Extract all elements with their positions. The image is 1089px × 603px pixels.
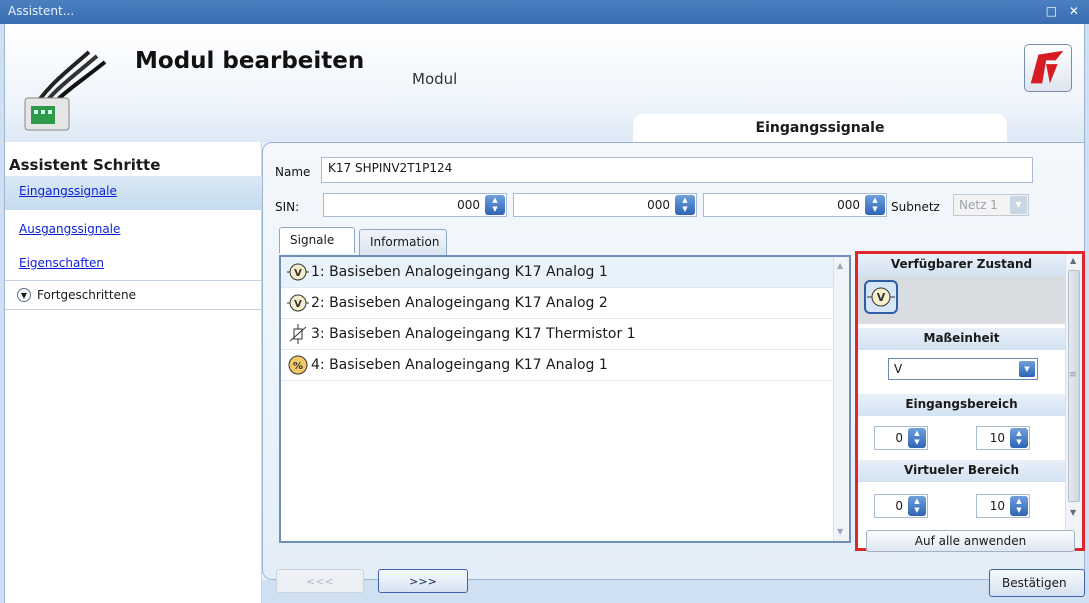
scroll-up-icon[interactable]: ▲ [837, 261, 843, 270]
unit-value: V [894, 362, 903, 376]
svg-text:V: V [294, 268, 302, 279]
voltage-icon: V [287, 294, 309, 312]
scroll-down-icon[interactable]: ▼ [837, 527, 843, 536]
available-state-heading: Verfügbarer Zustand [858, 254, 1065, 276]
signal-label-4: 4: Basiseben Analogeingang K17 Analog 1 [311, 357, 608, 373]
chevron-down-icon: ▼ [1019, 361, 1035, 377]
next-button[interactable]: >>> [378, 569, 468, 593]
signal-list: V 1: Basiseben Analogeingang K17 Analog … [279, 255, 851, 543]
current-step-tab: Eingangssignale [633, 114, 1007, 142]
window-controls[interactable]: □ ✕ [1046, 4, 1083, 18]
chevron-down-icon: ▼ [1010, 196, 1027, 214]
virtual-range-max-value: 10 [989, 499, 1005, 513]
spinner-icon[interactable]: ▲ ▼ [1010, 496, 1028, 516]
step-link-ausgangssignale[interactable]: Ausgangssignale [5, 214, 262, 248]
window-title-bar: Assistent... □ ✕ [0, 0, 1089, 24]
scroll-down-icon[interactable]: ▼ [1070, 508, 1076, 517]
grip-icon: ≡ [1069, 370, 1077, 380]
signal-label-2: 2: Basiseben Analogeingang K17 Analog 2 [311, 295, 608, 311]
brand-logo-icon [1024, 44, 1072, 92]
scrollbar-thumb[interactable] [1068, 270, 1080, 502]
sin-field-3[interactable]: 000 ▲ ▼ [703, 193, 887, 217]
spinner-icon[interactable]: ▲ ▼ [485, 195, 505, 215]
advanced-label: Fortgeschrittene [37, 288, 136, 302]
page-subtitle: Modul [412, 70, 458, 88]
module-device-image [24, 50, 107, 131]
svg-text:V: V [294, 299, 302, 310]
name-label: Name [275, 165, 311, 179]
signal-list-scrollbar[interactable]: ▲ ▼ [833, 257, 849, 541]
spinner-icon[interactable]: ▲ ▼ [865, 195, 885, 215]
subnet-value: Netz 1 [959, 198, 998, 212]
sin-field-1[interactable]: 000 ▲ ▼ [323, 193, 507, 217]
input-range-max-value: 10 [989, 431, 1005, 445]
advanced-expander[interactable]: ▼ Fortgeschrittene [5, 280, 262, 310]
spinner-icon[interactable]: ▲ ▼ [908, 496, 926, 516]
voltage-state-icon[interactable]: V [864, 280, 898, 314]
sin-label: SIN: [275, 200, 300, 214]
sin-value-2: 000 [647, 198, 670, 212]
step-link-eingangssignale[interactable]: Eingangssignale [5, 176, 262, 210]
voltage-icon: V [287, 263, 309, 281]
tab-information[interactable]: Information [359, 229, 447, 255]
virtual-range-max[interactable]: 10 ▲ ▼ [976, 494, 1030, 518]
sin-field-2[interactable]: 000 ▲ ▼ [513, 193, 697, 217]
signal-row-3[interactable]: 3: Basiseben Analogeingang K17 Thermisto… [281, 319, 833, 350]
page-title: Modul bearbeiten [135, 48, 365, 74]
unit-select[interactable]: V ▼ [888, 358, 1038, 380]
virtual-range-min-value: 0 [895, 499, 903, 513]
virtual-range-min[interactable]: 0 ▲ ▼ [874, 494, 928, 518]
sin-value-3: 000 [837, 198, 860, 212]
signal-row-1[interactable]: V 1: Basiseben Analogeingang K17 Analog … [281, 257, 833, 288]
available-state-area: V [858, 276, 1065, 324]
main-panel: Name K17 SHPINV2T1P124 SIN: 000 ▲ ▼ 000 ▲… [262, 142, 1085, 580]
thermistor-icon [289, 324, 307, 344]
input-range-min[interactable]: 0 ▲ ▼ [874, 426, 928, 450]
content-frame: Name K17 SHPINV2T1P124 SIN: 000 ▲ ▼ 000 ▲… [262, 142, 1085, 580]
tab-signale[interactable]: Signale [279, 227, 355, 253]
signal-settings-panel: Verfügbarer Zustand V Maßeinheit V ▼ Ein… [855, 251, 1085, 552]
confirm-button[interactable]: Bestätigen [989, 569, 1085, 597]
signal-row-2[interactable]: V 2: Basiseben Analogeingang K17 Analog … [281, 288, 833, 319]
chevron-down-icon: ▼ [17, 288, 31, 302]
name-field[interactable]: K17 SHPINV2T1P124 [321, 157, 1033, 183]
header: Modul bearbeiten Modul Eingangssignale [4, 24, 1085, 142]
settings-scrollbar[interactable]: ▲ ≡ ▼ [1065, 254, 1082, 548]
scroll-up-icon[interactable]: ▲ [1070, 256, 1076, 265]
back-button[interactable]: <<< [276, 569, 364, 593]
step-link-eigenschaften[interactable]: Eigenschaften [5, 248, 262, 282]
window-title: Assistent... [8, 4, 75, 18]
spinner-icon[interactable]: ▲ ▼ [908, 428, 926, 448]
signal-row-4[interactable]: % 4: Basiseben Analogeingang K17 Analog … [281, 350, 833, 381]
virtual-range-heading: Virtueler Bereich [858, 460, 1065, 482]
spinner-icon[interactable]: ▲ ▼ [675, 195, 695, 215]
svg-text:%: % [293, 361, 303, 372]
signal-label-1: 1: Basiseben Analogeingang K17 Analog 1 [311, 264, 608, 280]
svg-text:V: V [877, 291, 886, 304]
wizard-steps-panel: Assistent Schritte Eingangssignale Ausga… [4, 142, 262, 603]
unit-heading: Maßeinheit [858, 328, 1065, 350]
apply-to-all-button[interactable]: Auf alle anwenden [866, 530, 1075, 552]
percent-icon: % [288, 355, 308, 375]
sin-value-1: 000 [457, 198, 480, 212]
subnet-select: Netz 1 ▼ [953, 194, 1029, 216]
wizard-steps-heading: Assistent Schritte [9, 156, 161, 174]
signal-label-3: 3: Basiseben Analogeingang K17 Thermisto… [311, 326, 636, 342]
subnet-label: Subnetz [891, 200, 940, 214]
spinner-icon[interactable]: ▲ ▼ [1010, 428, 1028, 448]
input-range-min-value: 0 [895, 431, 903, 445]
input-range-heading: Eingangsbereich [858, 394, 1065, 416]
input-range-max[interactable]: 10 ▲ ▼ [976, 426, 1030, 450]
